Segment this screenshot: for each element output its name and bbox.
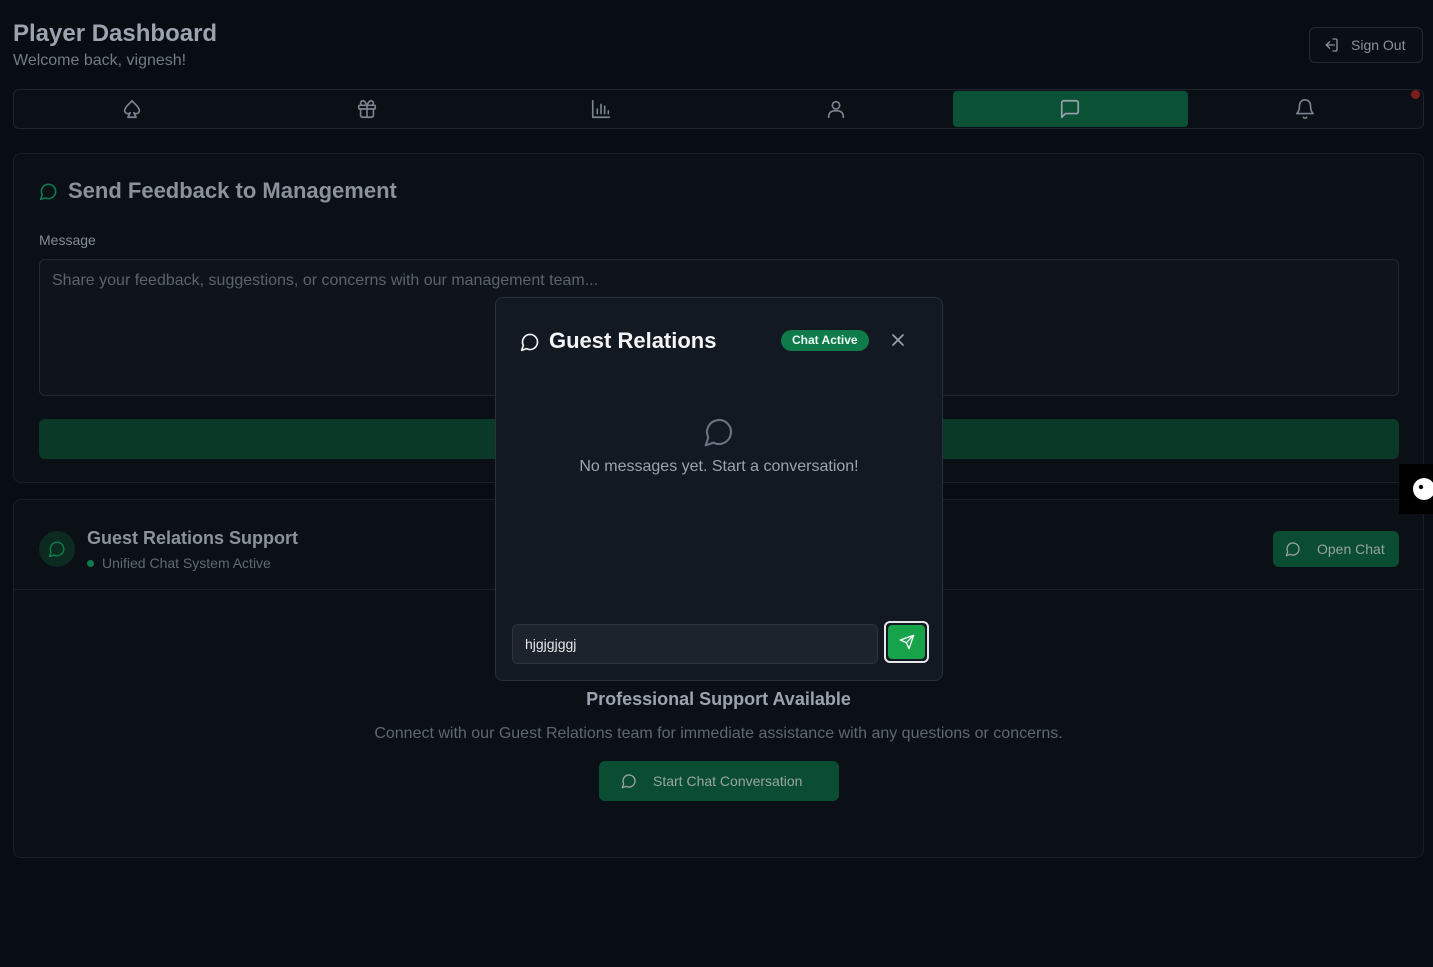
open-chat-label: Open Chat <box>1317 541 1385 557</box>
sign-out-label: Sign Out <box>1351 37 1406 53</box>
bell-icon <box>1294 98 1316 120</box>
page-title: Player Dashboard <box>13 20 218 47</box>
bar-chart-icon <box>590 98 612 120</box>
chat-modal-title: Guest Relations <box>549 328 717 353</box>
tab-bar <box>13 89 1424 129</box>
message-circle-icon <box>621 773 637 789</box>
support-description: Connect with our Guest Relations team fo… <box>374 725 1063 742</box>
support-status-text: Unified Chat System Active <box>102 555 271 571</box>
message-square-icon <box>1059 98 1081 120</box>
start-chat-label: Start Chat Conversation <box>653 773 803 789</box>
feedback-title: Send Feedback to Management <box>68 178 397 203</box>
sign-out-button[interactable]: Sign Out <box>1309 27 1423 63</box>
close-icon <box>891 333 905 347</box>
tab-messages[interactable] <box>953 91 1188 127</box>
send-button-fill <box>888 625 925 659</box>
side-widget-tab[interactable] <box>1399 464 1433 514</box>
widget-icon <box>1411 476 1433 502</box>
tab-profile[interactable] <box>719 91 954 127</box>
user-icon <box>825 98 847 120</box>
close-button[interactable] <box>891 333 905 347</box>
feedback-title-row: Send Feedback to Management <box>39 178 397 204</box>
send-icon <box>899 634 915 650</box>
gift-icon <box>356 98 378 120</box>
support-status: Unified Chat System Active <box>87 555 271 571</box>
chat-status-badge: Chat Active <box>781 330 869 351</box>
start-chat-button[interactable]: Start Chat Conversation <box>599 761 839 801</box>
message-label: Message <box>39 232 96 248</box>
tab-games[interactable] <box>15 91 250 127</box>
support-heading: Professional Support Available <box>586 689 851 709</box>
support-title: Guest Relations Support <box>87 528 299 548</box>
message-circle-icon <box>1285 541 1301 557</box>
notification-dot <box>1411 90 1420 99</box>
send-button[interactable] <box>884 621 929 663</box>
tab-notifications[interactable] <box>1188 90 1423 127</box>
empty-state-text: No messages yet. Start a conversation! <box>579 458 859 475</box>
status-dot <box>87 559 94 567</box>
log-out-icon <box>1323 37 1339 53</box>
chat-message-input[interactable] <box>512 624 878 664</box>
tab-stats[interactable] <box>484 91 719 127</box>
message-circle-icon <box>520 332 540 352</box>
open-chat-button[interactable]: Open Chat <box>1273 531 1399 567</box>
message-circle-icon <box>703 416 735 448</box>
message-circle-icon <box>39 182 58 201</box>
spade-icon <box>121 98 143 120</box>
chat-modal: Guest Relations Chat Active No messages … <box>495 297 943 681</box>
welcome-subtitle: Welcome back, vignesh! <box>13 52 187 69</box>
support-avatar <box>39 531 75 567</box>
tab-rewards[interactable] <box>250 91 485 127</box>
message-circle-icon <box>48 540 66 558</box>
